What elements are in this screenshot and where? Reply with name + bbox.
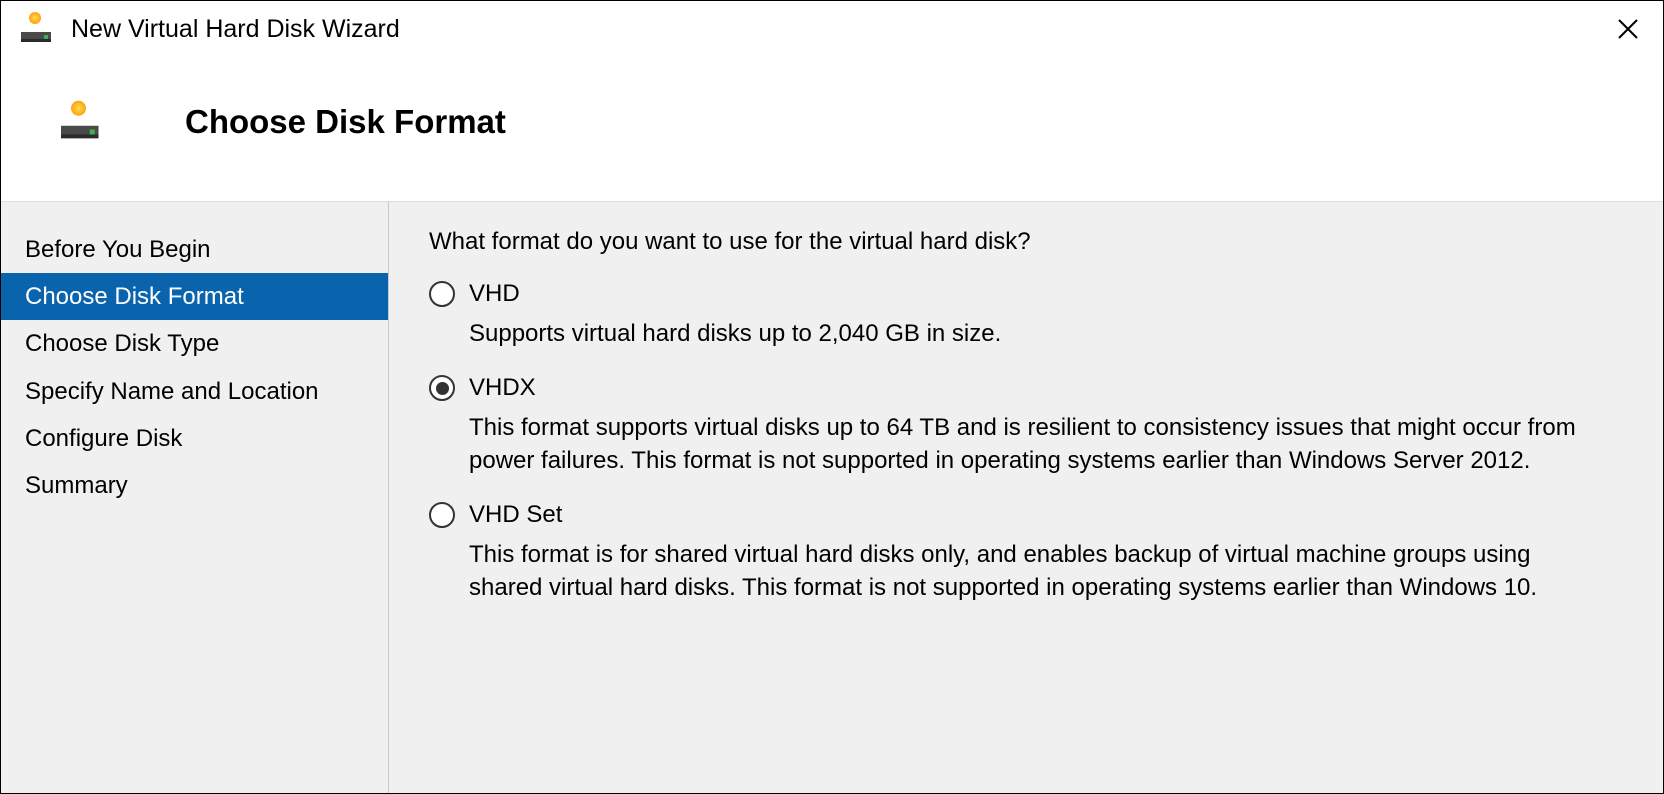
option-vhdset-description: This format is for shared virtual hard d… <box>469 539 1599 604</box>
option-vhdset: VHD Set This format is for shared virtua… <box>429 501 1623 604</box>
close-icon <box>1616 17 1640 41</box>
disk-wizard-icon <box>21 16 55 42</box>
step-label: Before You Begin <box>25 236 211 263</box>
option-vhdx-description: This format supports virtual disks up to… <box>469 412 1599 477</box>
wizard-window: New Virtual Hard Disk Wizard Choose Disk… <box>0 0 1664 794</box>
option-vhd-head: VHD <box>429 280 1623 308</box>
option-vhdx-label: VHDX <box>469 374 536 402</box>
option-vhdx: VHDX This format supports virtual disks … <box>429 374 1623 477</box>
step-configure-disk[interactable]: Configure Disk <box>1 415 388 462</box>
step-label: Summary <box>25 472 128 499</box>
format-question: What format do you want to use for the v… <box>429 228 1623 256</box>
step-choose-disk-format[interactable]: Choose Disk Format <box>1 273 388 320</box>
step-summary[interactable]: Summary <box>1 462 388 509</box>
header-banner: Choose Disk Format <box>1 57 1663 201</box>
titlebar: New Virtual Hard Disk Wizard <box>1 1 1663 57</box>
close-button[interactable] <box>1605 6 1651 52</box>
step-specify-name-location[interactable]: Specify Name and Location <box>1 368 388 415</box>
step-choose-disk-type[interactable]: Choose Disk Type <box>1 320 388 367</box>
option-vhdx-head: VHDX <box>429 374 1623 402</box>
page-heading: Choose Disk Format <box>185 103 506 141</box>
window-title: New Virtual Hard Disk Wizard <box>71 15 1605 44</box>
disk-wizard-icon <box>61 106 104 139</box>
step-label: Choose Disk Type <box>25 330 219 357</box>
step-label: Specify Name and Location <box>25 378 319 405</box>
radio-vhdx[interactable] <box>429 375 455 401</box>
step-before-you-begin[interactable]: Before You Begin <box>1 226 388 273</box>
option-vhdset-head: VHD Set <box>429 501 1623 529</box>
step-label: Configure Disk <box>25 425 182 452</box>
step-label: Choose Disk Format <box>25 283 244 310</box>
wizard-body: Before You Begin Choose Disk Format Choo… <box>1 201 1663 793</box>
option-vhd-label: VHD <box>469 280 520 308</box>
option-vhdset-label: VHD Set <box>469 501 562 529</box>
wizard-steps-sidebar: Before You Begin Choose Disk Format Choo… <box>1 202 389 793</box>
option-vhd-description: Supports virtual hard disks up to 2,040 … <box>469 318 1599 350</box>
radio-vhdset[interactable] <box>429 502 455 528</box>
wizard-content: What format do you want to use for the v… <box>389 202 1663 793</box>
option-vhd: VHD Supports virtual hard disks up to 2,… <box>429 280 1623 350</box>
radio-vhd[interactable] <box>429 281 455 307</box>
